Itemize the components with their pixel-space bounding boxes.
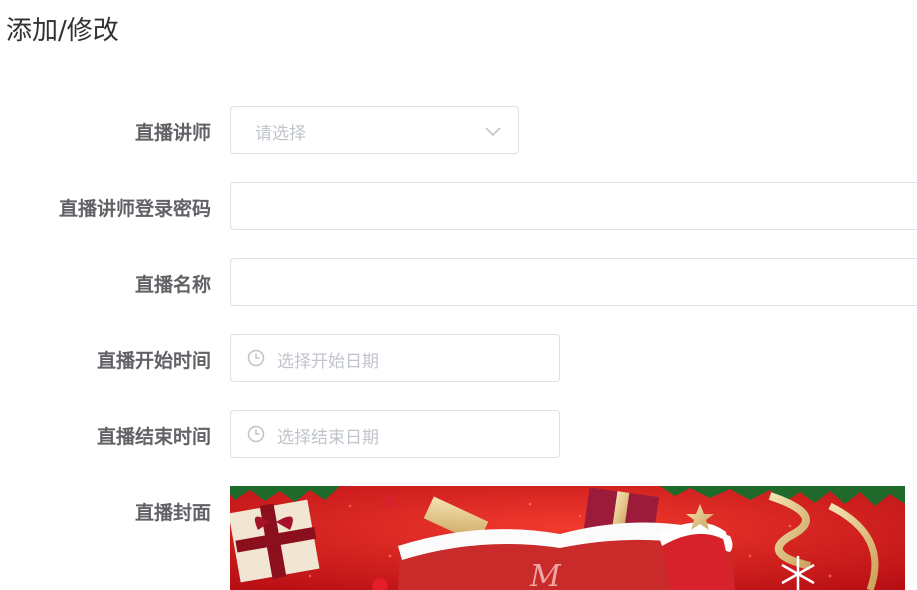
name-input[interactable] [230, 258, 917, 306]
password-label: 直播讲师登录密码 [58, 198, 211, 220]
name-label: 直播名称 [134, 274, 211, 296]
form-row-start-time: 直播开始时间 选择开始日期 [0, 334, 917, 382]
teacher-select[interactable]: 请选择 [230, 106, 519, 154]
start-date-placeholder: 选择开始日期 [277, 352, 379, 372]
end-date-placeholder: 选择结束日期 [277, 428, 379, 448]
end-time-label: 直播结束时间 [96, 426, 211, 448]
svg-text:M: M [529, 559, 562, 590]
form-row-name: 直播名称 [0, 258, 917, 306]
cover-image[interactable]: M [230, 486, 905, 590]
form-row-end-time: 直播结束时间 选择结束日期 [0, 410, 917, 458]
form-row-password: 直播讲师登录密码 [0, 182, 917, 230]
chevron-down-icon [484, 123, 502, 142]
end-date-picker[interactable]: 选择结束日期 [230, 410, 560, 458]
cover-label: 直播封面 [134, 502, 211, 524]
password-input[interactable] [230, 182, 917, 230]
start-time-label: 直播开始时间 [96, 350, 211, 372]
page-title: 添加/修改 [6, 16, 119, 46]
clock-icon [247, 425, 265, 447]
teacher-label: 直播讲师 [134, 122, 211, 144]
teacher-select-placeholder: 请选择 [255, 124, 306, 144]
form-row-teacher: 直播讲师 请选择 [0, 106, 917, 154]
clock-icon [247, 349, 265, 371]
start-date-picker[interactable]: 选择开始日期 [230, 334, 560, 382]
